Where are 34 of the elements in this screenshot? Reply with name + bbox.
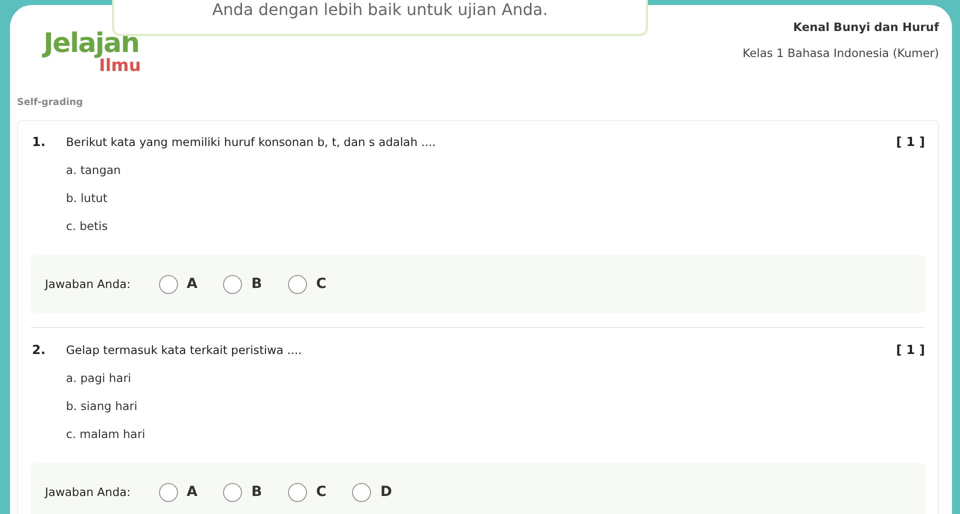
choice-label[interactable]: C	[316, 484, 326, 500]
answer-label: Jawaban Anda:	[45, 485, 131, 499]
answer-option: a. pagi hari	[66, 371, 925, 385]
answer-option: a. tangan	[66, 163, 925, 177]
choice-label[interactable]: B	[251, 276, 262, 292]
logo-text: Jelajah	[43, 30, 139, 57]
answer-option: c. malam hari	[66, 427, 925, 441]
radio-button[interactable]	[223, 482, 242, 502]
choice-label[interactable]: C	[316, 276, 326, 292]
question-points: [ 1 ]	[896, 134, 925, 149]
radio-button[interactable]	[288, 274, 308, 294]
quiz-title: Kenal Bunyi dan Huruf	[793, 20, 939, 34]
choice-label[interactable]: A	[186, 276, 198, 292]
quiz-subtitle: Kelas 1 Bahasa Indonesia (Kumer)	[742, 46, 939, 60]
question-number: 2.	[32, 342, 46, 357]
radio-button[interactable]	[288, 482, 308, 502]
answer-option: b. lutut	[66, 191, 925, 205]
choice-label[interactable]: B	[251, 484, 262, 500]
choice-label[interactable]: A	[186, 484, 198, 500]
radio-button[interactable]	[223, 274, 242, 294]
question-text: Gelap termasuk kata terkait peristiwa ....	[66, 342, 303, 356]
choice-label[interactable]: D	[380, 484, 392, 500]
question-points: [ 1 ]	[896, 342, 925, 357]
answer-option: b. siang hari	[66, 399, 925, 413]
question-text: Berikut kata yang memiliki huruf konsonan b, t, dan s adalah ....	[66, 134, 437, 148]
radio-button[interactable]	[158, 274, 178, 294]
logo-text: Ilmu	[99, 57, 141, 75]
answer-option: c. betis	[66, 219, 925, 233]
answer-label: Jawaban Anda:	[45, 277, 131, 291]
question-number: 1.	[32, 134, 46, 149]
radio-button[interactable]	[352, 482, 372, 502]
radio-button[interactable]	[158, 482, 178, 502]
mode-label: Self-grading	[17, 97, 84, 108]
tooltip-text: Anda dengan lebih baik untuk ujian Anda.	[212, 1, 548, 19]
